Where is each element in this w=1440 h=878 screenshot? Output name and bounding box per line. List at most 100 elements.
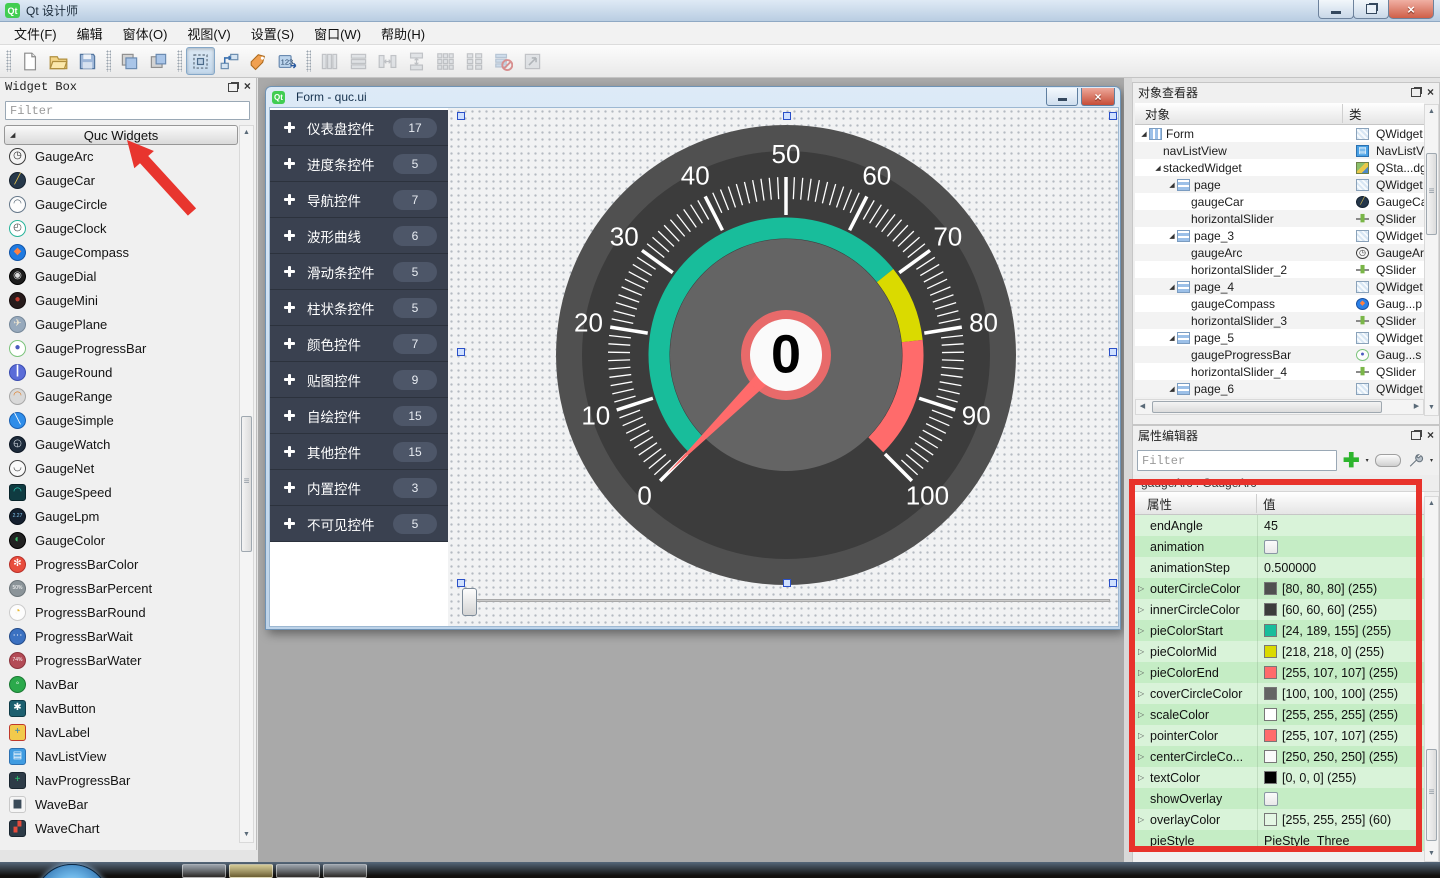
adjust-size-button[interactable] bbox=[518, 47, 547, 75]
nav-item[interactable]: 不可见控件5 bbox=[270, 506, 448, 542]
nav-item[interactable]: 进度条控件5 bbox=[270, 146, 448, 182]
minimize-button[interactable] bbox=[1318, 0, 1354, 19]
property-row-scaleColor[interactable]: ▷scaleColor[255, 255, 255] (255) bbox=[1133, 704, 1424, 725]
property-row-pieColorMid[interactable]: ▷pieColorMid[218, 218, 0] (255) bbox=[1133, 641, 1424, 662]
widget-item-gaugecolor[interactable]: ◐GaugeColor bbox=[0, 528, 238, 552]
scroll-up-icon[interactable]: ▲ bbox=[1425, 105, 1438, 119]
selection-handle[interactable] bbox=[1109, 348, 1117, 356]
column-value[interactable]: 值 bbox=[1257, 494, 1276, 513]
category-quc-widgets[interactable]: Quc Widgets bbox=[4, 125, 238, 145]
dock-float-icon[interactable] bbox=[1411, 88, 1421, 97]
object-row-page_4[interactable]: ◢page_4QWidget bbox=[1135, 278, 1424, 295]
widget-item-gaugeclock[interactable]: ◴GaugeClock bbox=[0, 216, 238, 240]
nav-item[interactable]: 颜色控件7 bbox=[270, 326, 448, 362]
column-object[interactable]: 对象 bbox=[1135, 104, 1343, 123]
dropdown-icon[interactable]: ▾ bbox=[1366, 457, 1369, 464]
widget-item-gaugewatch[interactable]: ◵GaugeWatch bbox=[0, 432, 238, 456]
expander-icon[interactable]: ▷ bbox=[1138, 710, 1148, 719]
form-titlebar[interactable]: Qt Form - quc.ui × bbox=[266, 87, 1120, 107]
menu-item[interactable]: 窗体(O) bbox=[113, 21, 178, 46]
slider-groove[interactable] bbox=[462, 599, 1110, 602]
object-row-horizontalSlider_4[interactable]: horizontalSlider_4▮QSlider bbox=[1135, 363, 1424, 380]
break-layout-button[interactable] bbox=[489, 47, 518, 75]
selection-handle[interactable] bbox=[457, 348, 465, 356]
expander-icon[interactable]: ▷ bbox=[1138, 605, 1148, 614]
widget-item-gaugecompass[interactable]: ◆GaugeCompass bbox=[0, 240, 238, 264]
horizontal-slider-widget[interactable] bbox=[462, 588, 1110, 614]
scrollbar-thumb[interactable] bbox=[1152, 401, 1382, 413]
selection-handle[interactable] bbox=[457, 579, 465, 587]
dock-float-icon[interactable] bbox=[228, 83, 238, 92]
widget-item-gaugeround[interactable]: ┃GaugeRound bbox=[0, 360, 238, 384]
slider-handle[interactable] bbox=[462, 588, 477, 616]
toolbar-handle-icon[interactable] bbox=[177, 50, 182, 72]
taskbar-button[interactable] bbox=[276, 864, 320, 878]
property-row-textColor[interactable]: ▷textColor[0, 0, 0] (255) bbox=[1133, 767, 1424, 788]
layout-vertical-button[interactable] bbox=[315, 47, 344, 75]
widget-item-gaugenet[interactable]: ◡GaugeNet bbox=[0, 456, 238, 480]
property-row-centerCircleCo[interactable]: ▷centerCircleCo...[250, 250, 250] (255) bbox=[1133, 746, 1424, 767]
widget-item-navlabel[interactable]: +NavLabel bbox=[0, 720, 238, 744]
expander-icon[interactable]: ◢ bbox=[1167, 232, 1177, 240]
toolbar-handle-icon[interactable] bbox=[106, 50, 111, 72]
menu-item[interactable]: 编辑 bbox=[67, 21, 113, 46]
property-filter-input[interactable] bbox=[1137, 450, 1337, 471]
nav-item[interactable]: 自绘控件15 bbox=[270, 398, 448, 434]
nav-item[interactable]: 导航控件7 bbox=[270, 182, 448, 218]
object-row-gaugeCompass[interactable]: gaugeCompass◆Gaug...p bbox=[1135, 295, 1424, 312]
layout-grid-button[interactable] bbox=[431, 47, 460, 75]
property-row-endAngle[interactable]: endAngle45 bbox=[1133, 515, 1424, 536]
widget-item-gaugespeed[interactable]: ◠GaugeSpeed bbox=[0, 480, 238, 504]
property-row-pieColorEnd[interactable]: ▷pieColorEnd[255, 107, 107] (255) bbox=[1133, 662, 1424, 683]
property-header[interactable]: 属性 值 bbox=[1133, 492, 1424, 515]
widget-item-gaugedial[interactable]: ◉GaugeDial bbox=[0, 264, 238, 288]
dock-close-icon[interactable]: × bbox=[1427, 429, 1434, 441]
configure-icon[interactable] bbox=[1407, 452, 1424, 470]
widget-item-gaugecar[interactable]: ╱GaugeCar bbox=[0, 168, 238, 192]
menu-item[interactable]: 设置(S) bbox=[241, 21, 304, 46]
prop-vscrollbar[interactable]: ▲ ▼ bbox=[1424, 496, 1439, 862]
widget-item-wavechart[interactable]: ▞WaveChart bbox=[0, 816, 238, 840]
object-inspector-header[interactable]: 对象 类 bbox=[1135, 103, 1424, 125]
toolbar-handle-icon[interactable] bbox=[6, 50, 11, 72]
widget-item-gaugerange[interactable]: ◠GaugeRange bbox=[0, 384, 238, 408]
scrollbar-thumb[interactable] bbox=[1426, 749, 1437, 841]
menu-item[interactable]: 窗口(W) bbox=[304, 21, 371, 46]
taskbar-button[interactable] bbox=[229, 864, 273, 878]
scrollbar-thumb[interactable] bbox=[241, 416, 252, 552]
property-row-animation[interactable]: animation bbox=[1133, 536, 1424, 557]
expander-icon[interactable]: ◢ bbox=[1167, 385, 1177, 393]
object-row-page_5[interactable]: ◢page_5QWidget bbox=[1135, 329, 1424, 346]
taskbar-button[interactable] bbox=[182, 864, 226, 878]
expander-icon[interactable]: ▷ bbox=[1138, 731, 1148, 740]
nav-item[interactable]: 滑动条控件5 bbox=[270, 254, 448, 290]
edit-buddies-button[interactable] bbox=[244, 47, 273, 75]
dropdown-icon[interactable]: ▾ bbox=[1430, 457, 1433, 464]
expander-icon[interactable]: ◢ bbox=[1167, 334, 1177, 342]
property-row-outerCircleColor[interactable]: ▷outerCircleColor[80, 80, 80] (255) bbox=[1133, 578, 1424, 599]
widget-item-gaugeprogressbar[interactable]: ●GaugeProgressBar bbox=[0, 336, 238, 360]
scroll-down-icon[interactable]: ▼ bbox=[1425, 847, 1438, 861]
new-file-button[interactable] bbox=[15, 47, 44, 75]
widget-item-wavebar[interactable]: ▆WaveBar bbox=[0, 792, 238, 816]
property-row-animationStep[interactable]: animationStep0.500000 bbox=[1133, 557, 1424, 578]
widget-item-progressbarpercent[interactable]: 50%ProgressBarPercent bbox=[0, 576, 238, 600]
add-property-button[interactable]: ✚ bbox=[1343, 451, 1360, 471]
scroll-up-icon[interactable]: ▲ bbox=[240, 126, 253, 140]
widget-item-navprogressbar[interactable]: +NavProgressBar bbox=[0, 768, 238, 792]
nav-item[interactable]: 仪表盘控件17 bbox=[270, 110, 448, 146]
widget-item-gaugemini[interactable]: ●GaugeMini bbox=[0, 288, 238, 312]
object-row-horizontalSlider_2[interactable]: horizontalSlider_2▮QSlider bbox=[1135, 261, 1424, 278]
close-button[interactable]: × bbox=[1388, 0, 1434, 19]
selection-handle[interactable] bbox=[1109, 579, 1117, 587]
widget-item-gaugelpm[interactable]: 2.27GaugeLpm bbox=[0, 504, 238, 528]
splitter-vertical-button[interactable] bbox=[402, 47, 431, 75]
widget-item-gaugearc[interactable]: ◷GaugeArc bbox=[0, 144, 238, 168]
property-row-overlayColor[interactable]: ▷overlayColor[255, 255, 255] (60) bbox=[1133, 809, 1424, 830]
selection-handle[interactable] bbox=[457, 112, 465, 120]
gauge-arc-dial[interactable]: 01020304050607080901000 bbox=[460, 115, 1112, 585]
dock-splitter[interactable] bbox=[1124, 78, 1132, 863]
expander-icon[interactable]: ▷ bbox=[1138, 668, 1148, 677]
window-cascade-button[interactable] bbox=[115, 47, 144, 75]
object-row-navListView[interactable]: navListView▤NavListView bbox=[1135, 142, 1424, 159]
